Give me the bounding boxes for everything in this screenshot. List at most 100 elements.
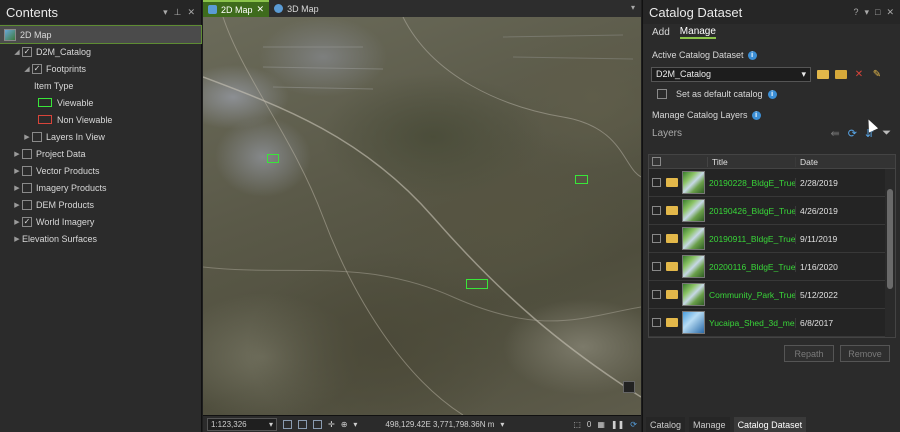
tree-item[interactable]: Item Type (0, 77, 201, 94)
tree-item[interactable]: ◢ ✓ D2M_Catalog (0, 43, 201, 60)
layer-visibility-checkbox[interactable] (22, 148, 32, 159)
chevron-down-icon[interactable]: ▾ (353, 420, 357, 429)
edit-icon[interactable]: ✎ (871, 69, 883, 80)
remove-button[interactable]: Remove (840, 345, 890, 362)
tree-item[interactable]: ◢ ✓ Footprints (0, 60, 201, 77)
row-checkbox[interactable] (651, 318, 661, 327)
help-icon[interactable]: ? (853, 7, 858, 18)
delete-icon[interactable]: ✕ (853, 69, 865, 80)
table-row[interactable]: 20190426_BldgE_True_O4/26/2019 (649, 197, 895, 225)
tab-3d-map[interactable]: 3D Map (269, 0, 324, 17)
expand-arrow-icon[interactable]: ▶ (12, 218, 22, 226)
tree-item[interactable]: ▶ Elevation Surfaces (0, 230, 201, 247)
table-row[interactable]: Yucaipa_Shed_3d_mesh 6/8/2017 (649, 309, 895, 337)
expand-arrow-icon[interactable]: ▶ (12, 167, 22, 175)
pause-icon[interactable]: ❚❚ (611, 420, 624, 429)
tab-manage[interactable]: Manage (679, 26, 716, 39)
zoom-to-icon[interactable]: ⇚ (831, 127, 840, 140)
info-icon[interactable]: i (747, 50, 757, 60)
table-icon[interactable] (298, 419, 307, 429)
selection-icon[interactable]: ⬚ (573, 420, 581, 429)
info-icon[interactable]: i (767, 89, 777, 99)
active-catalog-row: D2M_Catalog ▾ ✕ ✎ (643, 66, 900, 82)
tree-item-label: Footprints (46, 63, 87, 74)
filter-icon[interactable]: ⏷ (882, 127, 891, 140)
layer-visibility-checkbox[interactable] (22, 182, 32, 193)
tree-item[interactable]: ▶ Imagery Products (0, 179, 201, 196)
expand-arrow-icon[interactable]: ▶ (12, 184, 22, 192)
tab-catalog[interactable]: Catalog (646, 417, 686, 432)
footprint-viewable[interactable] (267, 154, 279, 163)
close-icon[interactable]: ✕ (257, 4, 265, 15)
footprint-viewable[interactable] (466, 279, 488, 289)
chevron-down-icon[interactable]: ▾ (631, 3, 635, 12)
row-checkbox[interactable] (651, 290, 661, 299)
refresh-icon[interactable]: ⟳ (848, 127, 857, 140)
layer-visibility-checkbox[interactable]: ✓ (22, 216, 32, 227)
layer-visibility-checkbox[interactable] (32, 131, 42, 142)
tab-add[interactable]: Add (652, 27, 670, 38)
table-icon[interactable]: ▦ (597, 420, 605, 429)
tree-item[interactable]: ▶ ✓ World Imagery (0, 213, 201, 230)
tree-item[interactable]: Non Viewable (0, 111, 201, 128)
layer-visibility-checkbox[interactable]: ✓ (22, 46, 32, 57)
select-all-checkbox[interactable] (651, 157, 661, 166)
layer-visibility-checkbox[interactable]: ✓ (32, 63, 42, 74)
tree-item[interactable]: 2D Map (0, 25, 202, 44)
tab-manage-pane[interactable]: Manage (689, 417, 730, 432)
database-folder-icon[interactable] (835, 69, 847, 80)
active-catalog-select[interactable]: D2M_Catalog ▾ (651, 66, 811, 82)
maximize-icon[interactable]: □ (875, 7, 880, 18)
scale-select[interactable]: 1:123,326 ▾ (207, 417, 277, 431)
layer-visibility-checkbox[interactable] (22, 165, 32, 176)
default-catalog-checkbox[interactable] (657, 89, 667, 99)
tree-item[interactable]: Viewable (0, 94, 201, 111)
expand-arrow-open-icon[interactable]: ◢ (12, 48, 22, 56)
tree-item[interactable]: ▶ DEM Products (0, 196, 201, 213)
active-catalog-label: Active Catalog Dataset (652, 50, 744, 60)
expand-arrow-icon[interactable]: ▶ (12, 201, 22, 209)
close-icon[interactable]: ✕ (187, 7, 195, 18)
layers-icon[interactable] (623, 381, 635, 393)
ruler-icon[interactable] (313, 419, 322, 429)
open-folder-icon[interactable] (817, 69, 829, 80)
table-row[interactable]: Community_Park_True_ 5/12/2022 (649, 281, 895, 309)
close-icon[interactable]: ✕ (886, 7, 894, 18)
footprint-viewable[interactable] (575, 175, 588, 184)
chevron-down-icon[interactable]: ▾ (864, 7, 869, 18)
expand-arrow-icon[interactable]: ▶ (12, 150, 22, 158)
chevron-down-icon[interactable]: ▾ (163, 7, 168, 18)
tree-item[interactable]: ▶ Vector Products (0, 162, 201, 179)
layer-visibility-checkbox[interactable] (22, 199, 32, 210)
map-icon (4, 28, 16, 41)
scrollbar-thumb[interactable] (887, 189, 893, 289)
table-scrollbar[interactable] (885, 169, 895, 337)
map-canvas[interactable] (203, 17, 641, 415)
default-catalog-row[interactable]: Set as default catalog i (643, 87, 900, 101)
pin-icon[interactable]: ⊥ (174, 7, 182, 18)
expand-arrow-icon[interactable]: ▶ (12, 235, 22, 243)
info-icon[interactable]: i (751, 110, 761, 120)
row-checkbox[interactable] (651, 178, 661, 187)
column-date[interactable]: Date (795, 156, 873, 167)
row-checkbox[interactable] (651, 234, 661, 243)
column-title[interactable]: Title (707, 156, 795, 167)
tab-catalog-dataset[interactable]: Catalog Dataset (733, 417, 807, 432)
expand-arrow-icon[interactable]: ▶ (22, 133, 32, 141)
row-checkbox[interactable] (651, 262, 661, 271)
repath-button[interactable]: Repath (784, 345, 834, 362)
tree-item[interactable]: ▶ Project Data (0, 145, 201, 162)
table-row[interactable]: 20200116_BldgE_True_O1/16/2020 (649, 253, 895, 281)
table-row[interactable]: 20190228_BldgE_True_O2/28/2019 (649, 169, 895, 197)
tab-2d-map[interactable]: 2D Map ✕ (203, 0, 270, 17)
crosshair-icon[interactable]: ✛ (328, 420, 335, 429)
row-checkbox[interactable] (651, 206, 661, 215)
tree-item[interactable]: ▶ Layers In View (0, 128, 201, 145)
navigator-icon[interactable]: ⊕ (341, 420, 348, 429)
folder-icon (665, 318, 678, 327)
chevron-down-icon[interactable]: ▾ (500, 420, 504, 429)
table-row[interactable]: 20190911_BldgE_True_O9/11/2019 (649, 225, 895, 253)
expand-arrow-open-icon[interactable]: ◢ (22, 65, 32, 73)
refresh-icon[interactable]: ⟳ (630, 420, 637, 429)
grid-icon[interactable] (283, 419, 292, 429)
